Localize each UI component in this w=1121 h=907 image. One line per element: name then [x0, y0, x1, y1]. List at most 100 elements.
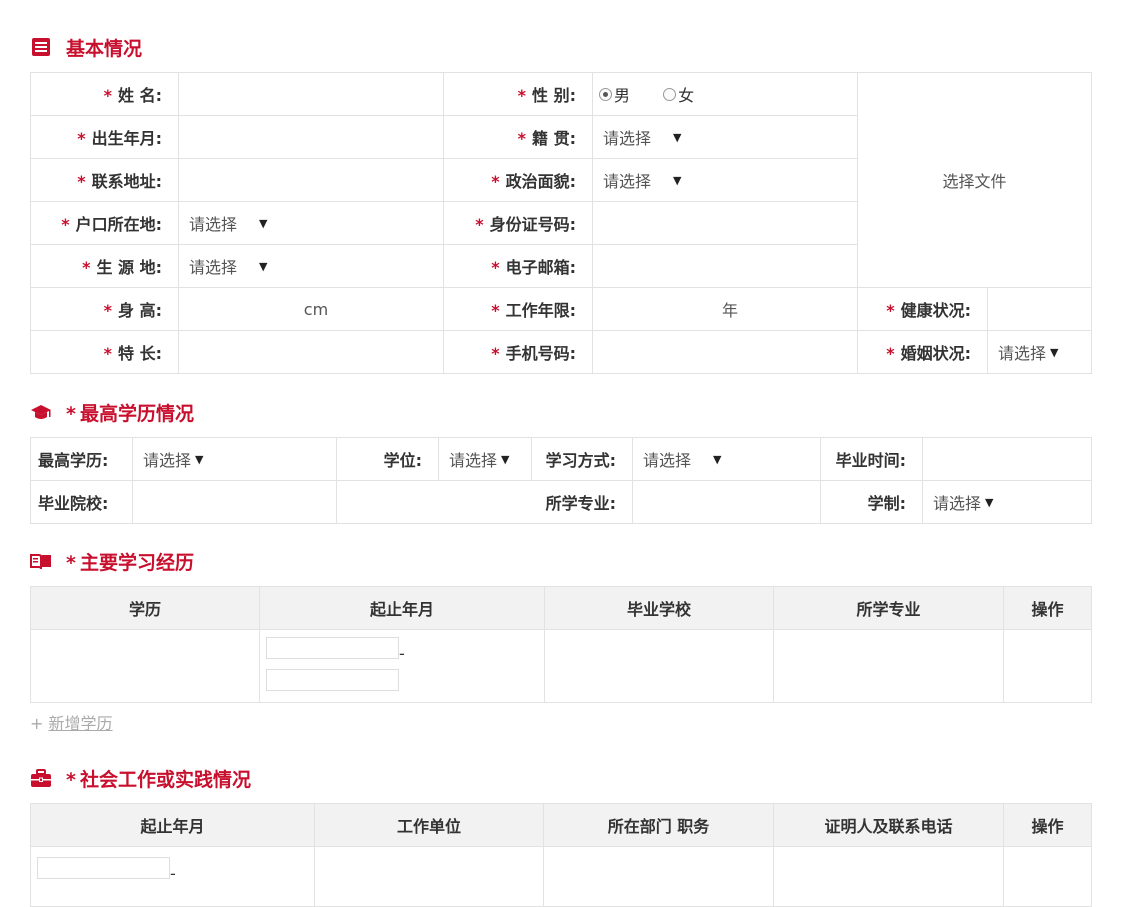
school-field[interactable] [132, 480, 337, 524]
workyears-label: * 工作年限: [443, 287, 593, 331]
dropdown-arrow-icon: ▼ [713, 452, 722, 466]
specialty-field[interactable] [178, 330, 444, 374]
political-select[interactable]: 请选择 ▼ [592, 158, 858, 202]
height-unit: cm [303, 299, 329, 319]
radio-unchecked-icon [663, 87, 677, 101]
col-header-employer: 工作单位 [314, 803, 544, 847]
major-field[interactable] [632, 480, 821, 524]
col-header-action: 操作 [1003, 803, 1092, 847]
school-cell[interactable] [544, 629, 774, 703]
dropdown-arrow-icon: ▼ [501, 452, 510, 466]
birth-label: * 出生年月: [30, 115, 179, 159]
start-date-input[interactable] [266, 637, 399, 659]
choose-file-button[interactable]: 选择文件 [943, 172, 1007, 191]
employer-cell[interactable] [314, 846, 544, 907]
col-header-action: 操作 [1003, 586, 1092, 630]
dropdown-arrow-icon: ▼ [195, 452, 204, 466]
radio-checked-icon [599, 87, 612, 101]
degree-level-select[interactable]: 请选择 ▼ [132, 437, 337, 481]
grad-time-field[interactable] [922, 437, 1092, 481]
height-field[interactable]: cm [178, 287, 444, 331]
gender-radio-group: 男 女 [592, 72, 858, 116]
col-header-education: 学历 [30, 586, 260, 630]
degree-label: 学位: [336, 437, 439, 481]
basic-info-table: * 姓 名: * 性 别: 男 女 选择文件 * 出生年月: * 籍 贯: 请选择 ▼ *… [30, 72, 1093, 374]
gender-radio-male[interactable]: 男 [599, 82, 630, 106]
gender-label: * 性 别: [443, 72, 593, 116]
study-history-section-title: * 主要学习经历 [30, 548, 194, 574]
education-cell[interactable] [30, 629, 260, 703]
phone-label: * 手机号码: [443, 330, 593, 374]
reference-cell[interactable] [773, 846, 1004, 907]
hukou-label: * 户口所在地: [30, 201, 179, 245]
dropdown-arrow-icon: ▼ [985, 495, 994, 509]
gender-radio-female[interactable]: 女 [663, 82, 694, 106]
duration-label: 学制: [820, 480, 923, 524]
dropdown-arrow-icon: ▼ [1050, 345, 1059, 359]
email-label: * 电子邮箱: [443, 244, 593, 288]
briefcase-icon [30, 767, 52, 789]
dropdown-arrow-icon: ▼ [673, 130, 682, 144]
col-header-period: 起止年月 [30, 803, 315, 847]
duration-select[interactable]: 请选择 ▼ [922, 480, 1092, 524]
graduation-cap-icon [30, 401, 52, 423]
birth-field[interactable] [178, 115, 444, 159]
email-field[interactable] [592, 244, 858, 288]
col-header-period: 起止年月 [259, 586, 545, 630]
school-label: 毕业院校: [30, 480, 133, 524]
period-cell: - [30, 846, 315, 907]
add-education-link[interactable]: + 新增学历 [30, 710, 113, 734]
form-list-icon [30, 36, 52, 58]
degree-level-label: 最高学历: [30, 437, 133, 481]
origin-label: * 生 源 地: [30, 244, 179, 288]
address-label: * 联系地址: [30, 158, 179, 202]
workyears-field[interactable]: 年 [592, 287, 858, 331]
major-label: 所学专业: [336, 480, 633, 524]
basic-section-title: 基本情况 [30, 34, 142, 60]
education-table: 最高学历: 请选择 ▼ 学位: 请选择 ▼ 学习方式: 请选择 ▼ 毕业时间: 毕业院… [30, 437, 1092, 524]
grad-time-label: 毕业时间: [820, 437, 923, 481]
native-select[interactable]: 请选择 ▼ [592, 115, 858, 159]
action-cell [1003, 629, 1092, 703]
action-cell [1003, 846, 1092, 907]
study-history-title-text: 主要学习经历 [79, 551, 194, 574]
height-label: * 身 高: [30, 287, 179, 331]
education-section-title: * 最高学历情况 [30, 399, 194, 425]
origin-select[interactable]: 请选择 ▼ [178, 244, 444, 288]
end-date-input[interactable] [266, 669, 399, 691]
marital-label: * 婚姻状况: [857, 330, 988, 374]
education-title-text: 最高学历情况 [79, 402, 194, 425]
start-date-input[interactable] [37, 857, 170, 879]
specialty-label: * 特 长: [30, 330, 179, 374]
address-field[interactable] [178, 158, 444, 202]
col-header-school: 毕业学校 [544, 586, 774, 630]
political-label: * 政治面貌: [443, 158, 593, 202]
health-field[interactable] [986, 287, 1093, 331]
marital-select[interactable]: 请选择 ▼ [986, 330, 1093, 374]
open-book-icon [30, 550, 52, 572]
name-field[interactable] [178, 72, 444, 116]
study-mode-select[interactable]: 请选择 ▼ [632, 437, 821, 481]
idcard-label: * 身份证号码: [443, 201, 593, 245]
table-row: - [30, 629, 1092, 703]
health-label: * 健康状况: [857, 287, 988, 331]
phone-field[interactable] [592, 330, 858, 374]
workyears-unit: 年 [721, 301, 738, 320]
dropdown-arrow-icon: ▼ [673, 173, 682, 187]
department-cell[interactable] [543, 846, 774, 907]
period-cell: - [259, 629, 545, 703]
work-history-title-text: 社会工作或实践情况 [79, 768, 251, 791]
col-header-department: 所在部门 职务 [543, 803, 774, 847]
dropdown-arrow-icon: ▼ [259, 259, 268, 273]
name-label: * 姓 名: [30, 72, 179, 116]
photo-upload-cell: 选择文件 [856, 72, 1093, 288]
study-history-table: 学历 起止年月 毕业学校 所学专业 操作 - [30, 586, 1092, 703]
major-cell[interactable] [773, 629, 1004, 703]
degree-select[interactable]: 请选择 ▼ [438, 437, 532, 481]
work-history-table: 起止年月 工作单位 所在部门 职务 证明人及联系电话 操作 - [30, 803, 1092, 907]
idcard-field[interactable] [592, 201, 858, 245]
table-row: - [30, 846, 1092, 907]
col-header-major: 所学专业 [773, 586, 1004, 630]
hukou-select[interactable]: 请选择 ▼ [178, 201, 444, 245]
study-mode-label: 学习方式: [531, 437, 633, 481]
